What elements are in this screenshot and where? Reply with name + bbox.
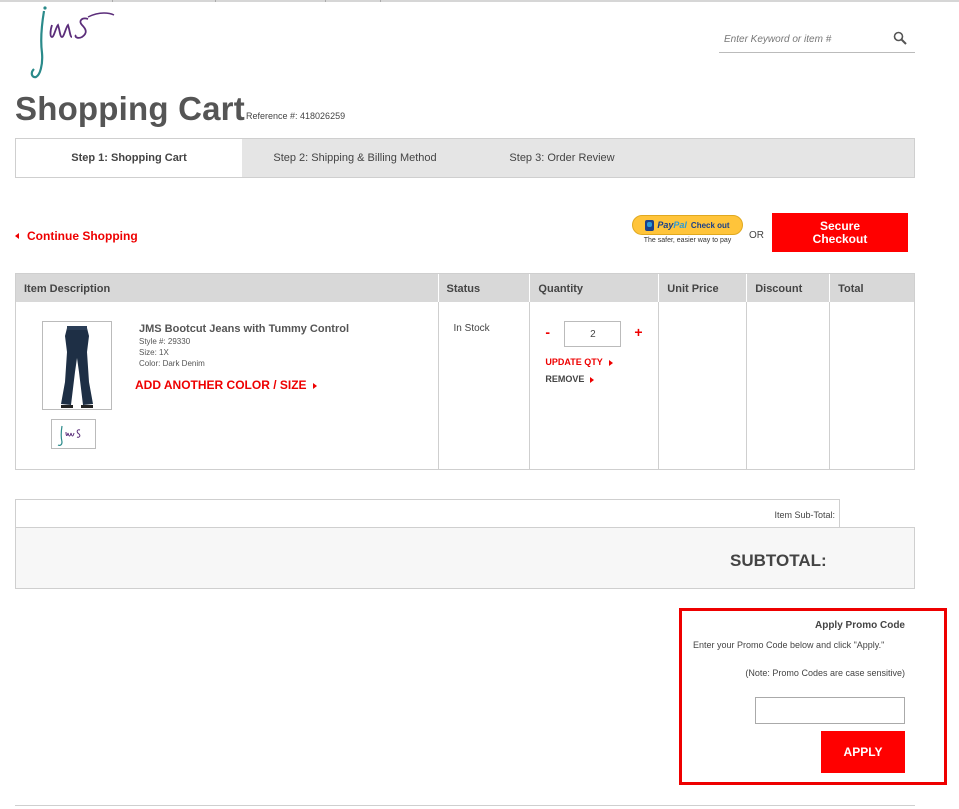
cell-quantity: - + UPDATE QTY REMOVE <box>530 302 660 469</box>
header-item-description: Item Description <box>16 274 439 302</box>
top-border <box>0 0 959 2</box>
reference-number: Reference #: 418026259 <box>246 111 346 121</box>
promo-note: (Note: Promo Codes are case sensitive) <box>745 668 905 678</box>
promo-instructions: Enter your Promo Code below and click "A… <box>693 640 885 650</box>
paypal-icon <box>645 219 655 231</box>
cell-total <box>830 302 914 469</box>
subtotal-label: SUBTOTAL: <box>730 551 827 570</box>
or-label: OR <box>749 230 764 241</box>
continue-shopping-link[interactable]: Continue Shopping <box>15 229 138 243</box>
promo-code-panel: Apply Promo Code Enter your Promo Code b… <box>679 608 947 785</box>
secure-checkout-button[interactable]: Secure Checkout <box>772 213 908 252</box>
add-another-color-size-link[interactable]: ADD ANOTHER COLOR / SIZE <box>135 378 317 392</box>
caret-left-icon <box>15 233 19 239</box>
paypal-checkout-label: Check out <box>690 220 730 230</box>
promo-title: Apply Promo Code <box>814 620 905 631</box>
table-row: JMS Bootcut Jeans with Tummy Control Sty… <box>16 302 914 469</box>
step-order-review[interactable]: Step 3: Order Review <box>468 139 656 177</box>
product-size: Size: 1X <box>139 348 169 357</box>
update-qty-label: UPDATE QTY <box>545 357 603 367</box>
header-discount: Discount <box>747 274 831 302</box>
remove-label: REMOVE <box>545 374 585 384</box>
item-subtotal-row: Item Sub-Total: <box>15 499 840 527</box>
checkout-steps: Step 1: Shopping Cart Step 2: Shipping &… <box>15 138 915 178</box>
product-name[interactable]: JMS Bootcut Jeans with Tummy Control <box>139 323 349 335</box>
caret-right-icon <box>312 382 317 389</box>
jms-logo[interactable] <box>30 3 120 79</box>
caret-right-icon <box>590 376 595 383</box>
paypal-pay: Pay <box>657 220 674 230</box>
continue-shopping-label: Continue Shopping <box>27 229 138 243</box>
step-shopping-cart[interactable]: Step 1: Shopping Cart <box>16 139 242 177</box>
promo-code-input[interactable] <box>755 697 905 724</box>
search-icon[interactable] <box>893 31 907 45</box>
top-border-tick <box>380 0 381 2</box>
search-input[interactable] <box>719 27 884 51</box>
cell-discount <box>747 302 831 469</box>
paypal-checkout-button[interactable]: Pay Pal Check out The safer, easier way … <box>632 215 743 247</box>
item-subtotal-label: Item Sub-Total: <box>774 510 835 520</box>
jeans-image <box>61 326 93 408</box>
remove-link[interactable]: REMOVE <box>545 374 595 384</box>
bottom-divider <box>15 805 915 806</box>
cell-status: In Stock <box>439 302 531 469</box>
jms-thumbnail-logo <box>57 425 81 446</box>
header-unit-price: Unit Price <box>659 274 748 302</box>
secure-checkout-line2: Checkout <box>812 232 868 246</box>
subtotal-box: SUBTOTAL: <box>15 527 915 589</box>
paypal-pal: Pal <box>673 220 687 230</box>
product-color: Color: Dark Denim <box>139 359 205 368</box>
header-quantity: Quantity <box>530 274 660 302</box>
paypal-pill: Pay Pal Check out <box>632 215 743 235</box>
quantity-increase-button[interactable]: + <box>634 324 642 340</box>
cell-item-description: JMS Bootcut Jeans with Tummy Control Sty… <box>16 302 439 469</box>
quantity-decrease-button[interactable]: - <box>545 324 550 340</box>
top-border-tick <box>112 0 113 2</box>
stock-status: In Stock <box>453 323 490 334</box>
paypal-tagline: The safer, easier way to pay <box>643 237 732 244</box>
top-border-tick <box>325 0 326 2</box>
product-image[interactable] <box>42 321 112 410</box>
search-bar <box>719 27 915 53</box>
step-shipping-billing[interactable]: Step 2: Shipping & Billing Method <box>242 139 468 177</box>
add-another-color-size-label: ADD ANOTHER COLOR / SIZE <box>135 378 307 392</box>
brand-thumbnail[interactable] <box>51 419 96 449</box>
caret-right-icon <box>608 359 613 366</box>
cell-unit-price <box>659 302 748 469</box>
header-status: Status <box>439 274 531 302</box>
cart-table-header: Item Description Status Quantity Unit Pr… <box>16 274 914 302</box>
apply-promo-button[interactable]: APPLY <box>821 731 905 773</box>
header-total: Total <box>838 283 864 295</box>
page-title: Shopping Cart <box>15 90 245 127</box>
quantity-input[interactable] <box>564 321 622 347</box>
jms-logo-graphic <box>30 6 115 79</box>
cart-table: Item Description Status Quantity Unit Pr… <box>15 273 915 470</box>
update-qty-link[interactable]: UPDATE QTY <box>545 357 613 367</box>
top-border-tick <box>215 0 216 2</box>
product-style: Style #: 29330 <box>139 337 191 346</box>
